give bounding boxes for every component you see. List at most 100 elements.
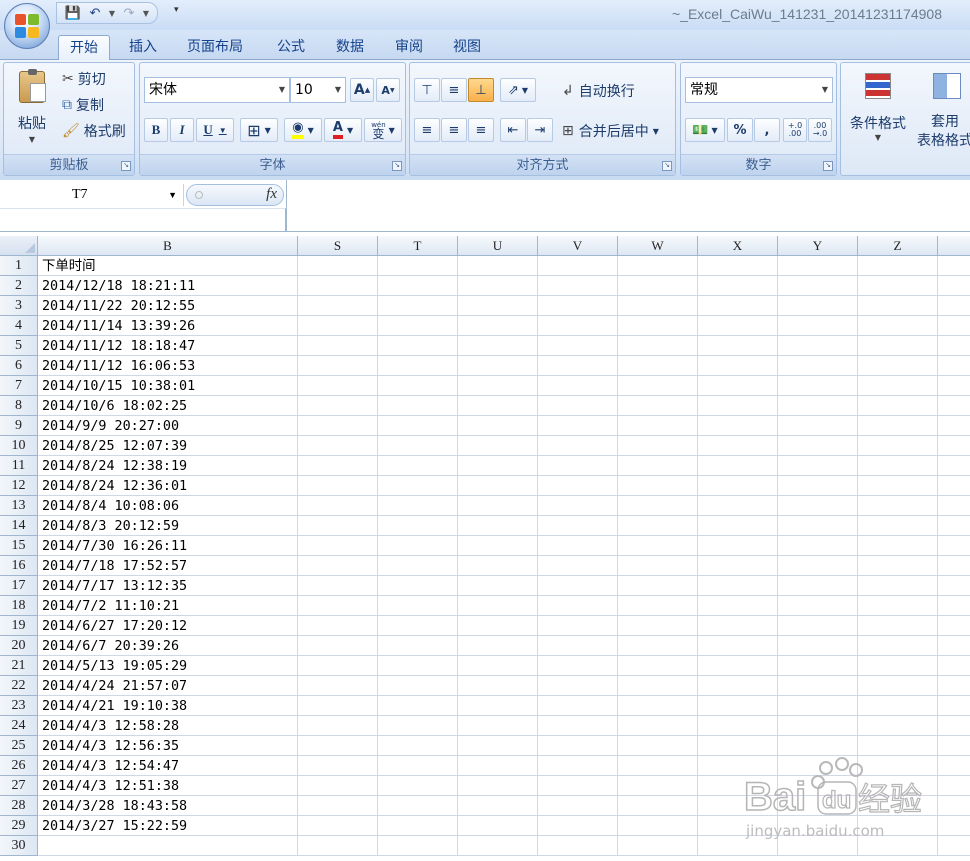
- cell-b-12[interactable]: 2014/8/24 12:36:01: [38, 476, 298, 496]
- cell-x-10[interactable]: [698, 436, 778, 456]
- row-header[interactable]: 6: [0, 356, 38, 376]
- tab-home[interactable]: 开始: [58, 35, 110, 61]
- cell-t-4[interactable]: [378, 316, 458, 336]
- cell-u-6[interactable]: [458, 356, 538, 376]
- redo-dropdown-icon[interactable]: ▼: [141, 4, 151, 22]
- cell-v-15[interactable]: [538, 536, 618, 556]
- cell-y-9[interactable]: [778, 416, 858, 436]
- cell-z-18[interactable]: [858, 596, 938, 616]
- cell-w-15[interactable]: [618, 536, 698, 556]
- cell-x-6[interactable]: [698, 356, 778, 376]
- cell-s-13[interactable]: [298, 496, 378, 516]
- column-header-y[interactable]: Y: [778, 236, 858, 256]
- cell-u-14[interactable]: [458, 516, 538, 536]
- cell-u-24[interactable]: [458, 716, 538, 736]
- cell-z-11[interactable]: [858, 456, 938, 476]
- column-header-w[interactable]: W: [618, 236, 698, 256]
- cell-u-20[interactable]: [458, 636, 538, 656]
- cell-y-13[interactable]: [778, 496, 858, 516]
- cell-z-3[interactable]: [858, 296, 938, 316]
- cell-s-5[interactable]: [298, 336, 378, 356]
- dialog-launcher-icon[interactable]: ↘: [121, 161, 131, 171]
- cell-b-29[interactable]: 2014/3/27 15:22:59: [38, 816, 298, 836]
- cell-b-14[interactable]: 2014/8/3 20:12:59: [38, 516, 298, 536]
- cell-partial[interactable]: [938, 796, 970, 816]
- cell-s-6[interactable]: [298, 356, 378, 376]
- cell-x-7[interactable]: [698, 376, 778, 396]
- cell-w-5[interactable]: [618, 336, 698, 356]
- cell-b-19[interactable]: 2014/6/27 17:20:12: [38, 616, 298, 636]
- row-header[interactable]: 9: [0, 416, 38, 436]
- align-center-button[interactable]: ≡: [441, 118, 467, 142]
- cell-partial[interactable]: [938, 756, 970, 776]
- row-header[interactable]: 4: [0, 316, 38, 336]
- cell-z-17[interactable]: [858, 576, 938, 596]
- cell-t-1[interactable]: [378, 256, 458, 276]
- font-size-combo[interactable]: 10 ▼: [290, 77, 346, 103]
- cell-y-12[interactable]: [778, 476, 858, 496]
- cell-v-17[interactable]: [538, 576, 618, 596]
- row-header[interactable]: 13: [0, 496, 38, 516]
- cell-u-16[interactable]: [458, 556, 538, 576]
- cell-x-24[interactable]: [698, 716, 778, 736]
- cell-y-3[interactable]: [778, 296, 858, 316]
- cell-b-11[interactable]: 2014/8/24 12:38:19: [38, 456, 298, 476]
- row-header[interactable]: 11: [0, 456, 38, 476]
- cell-b-21[interactable]: 2014/5/13 19:05:29: [38, 656, 298, 676]
- column-header-z[interactable]: Z: [858, 236, 938, 256]
- comma-button[interactable]: ,: [754, 118, 780, 142]
- cell-s-1[interactable]: [298, 256, 378, 276]
- cell-x-17[interactable]: [698, 576, 778, 596]
- row-header[interactable]: 30: [0, 836, 38, 856]
- cell-s-2[interactable]: [298, 276, 378, 296]
- row-header[interactable]: 3: [0, 296, 38, 316]
- cell-s-7[interactable]: [298, 376, 378, 396]
- cell-s-22[interactable]: [298, 676, 378, 696]
- cell-s-16[interactable]: [298, 556, 378, 576]
- column-header-partial[interactable]: [938, 236, 970, 256]
- cell-t-19[interactable]: [378, 616, 458, 636]
- cell-v-21[interactable]: [538, 656, 618, 676]
- cell-y-19[interactable]: [778, 616, 858, 636]
- cell-w-2[interactable]: [618, 276, 698, 296]
- row-header[interactable]: 27: [0, 776, 38, 796]
- cell-y-21[interactable]: [778, 656, 858, 676]
- cell-partial[interactable]: [938, 516, 970, 536]
- cell-u-28[interactable]: [458, 796, 538, 816]
- cell-t-18[interactable]: [378, 596, 458, 616]
- cell-w-16[interactable]: [618, 556, 698, 576]
- align-top-button[interactable]: ⊤: [414, 78, 440, 102]
- cell-t-26[interactable]: [378, 756, 458, 776]
- cell-partial[interactable]: [938, 396, 970, 416]
- cell-t-8[interactable]: [378, 396, 458, 416]
- cell-v-9[interactable]: [538, 416, 618, 436]
- cell-w-7[interactable]: [618, 376, 698, 396]
- row-header[interactable]: 19: [0, 616, 38, 636]
- cell-s-15[interactable]: [298, 536, 378, 556]
- cell-u-21[interactable]: [458, 656, 538, 676]
- cell-s-17[interactable]: [298, 576, 378, 596]
- cell-partial[interactable]: [938, 716, 970, 736]
- cell-z-24[interactable]: [858, 716, 938, 736]
- cell-s-8[interactable]: [298, 396, 378, 416]
- align-right-button[interactable]: ≡: [468, 118, 494, 142]
- cell-y-25[interactable]: [778, 736, 858, 756]
- cell-u-4[interactable]: [458, 316, 538, 336]
- cell-y-20[interactable]: [778, 636, 858, 656]
- cell-z-15[interactable]: [858, 536, 938, 556]
- cell-b-3[interactable]: 2014/11/22 20:12:55: [38, 296, 298, 316]
- cell-w-28[interactable]: [618, 796, 698, 816]
- cell-w-3[interactable]: [618, 296, 698, 316]
- column-header-s[interactable]: S: [298, 236, 378, 256]
- cell-w-25[interactable]: [618, 736, 698, 756]
- cell-z-22[interactable]: [858, 676, 938, 696]
- cell-b-23[interactable]: 2014/4/21 19:10:38: [38, 696, 298, 716]
- cell-b-7[interactable]: 2014/10/15 10:38:01: [38, 376, 298, 396]
- wrap-text-button[interactable]: ↲ 自动换行: [562, 81, 635, 101]
- cell-y-16[interactable]: [778, 556, 858, 576]
- cell-t-30[interactable]: [378, 836, 458, 856]
- cell-y-7[interactable]: [778, 376, 858, 396]
- cell-b-2[interactable]: 2014/12/18 18:21:11: [38, 276, 298, 296]
- cell-u-2[interactable]: [458, 276, 538, 296]
- format-as-table-button[interactable]: 套用 表格格式: [913, 69, 970, 149]
